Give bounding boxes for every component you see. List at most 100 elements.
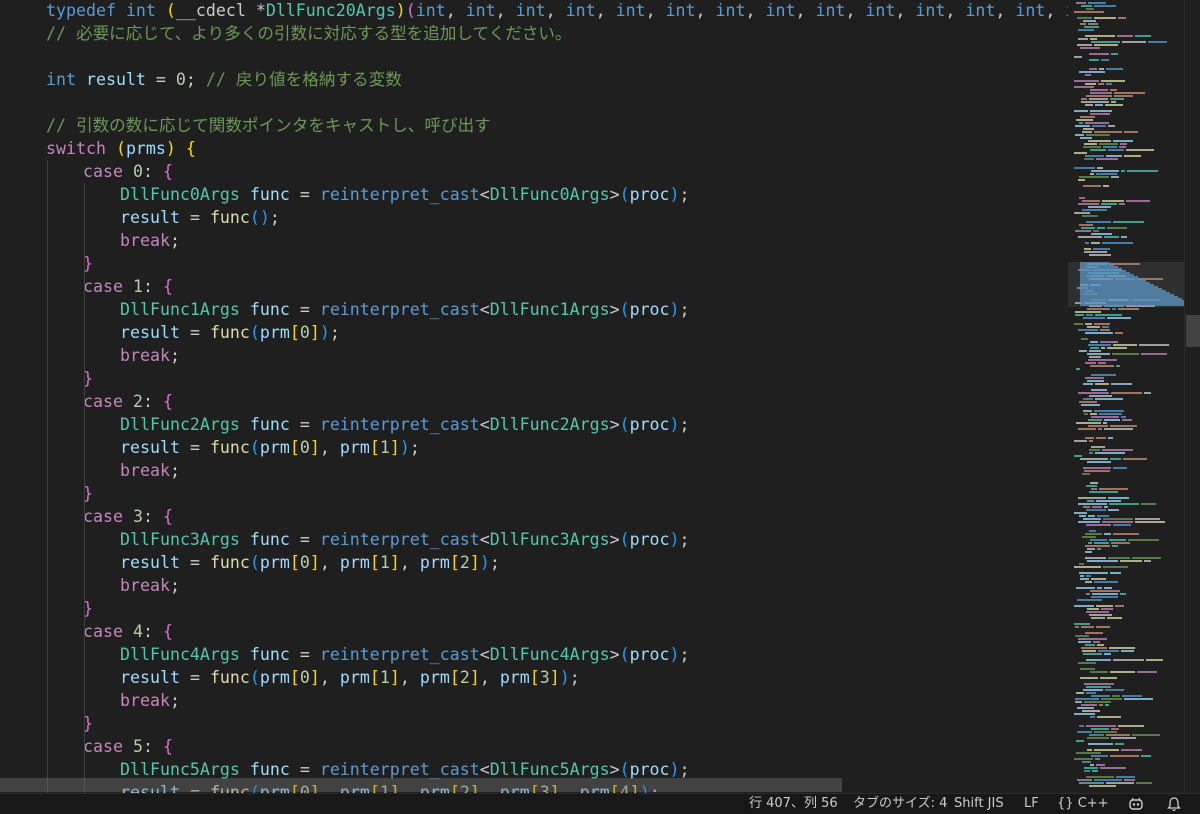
code-token: proc	[629, 185, 670, 204]
minimap-line	[1105, 104, 1123, 106]
code-token: ,	[645, 1, 666, 20]
code-token: ;	[569, 668, 580, 687]
minimap-viewport[interactable]	[1068, 262, 1184, 307]
minimap-line	[1087, 737, 1109, 739]
code-line: case 5: {	[83, 735, 173, 758]
minimap-line	[1090, 347, 1099, 349]
minimap-line	[1092, 125, 1106, 127]
code-token: ,	[319, 438, 340, 457]
minimap-line	[1109, 647, 1135, 649]
code-token: ,	[399, 668, 420, 687]
minimap-line	[1084, 683, 1114, 685]
minimap-line	[1081, 101, 1109, 103]
minimap-line	[1086, 134, 1110, 136]
minimap-line	[1113, 467, 1127, 469]
code-token: prm	[259, 323, 290, 342]
minimap-line	[1107, 347, 1127, 349]
minimap-line	[1111, 53, 1118, 55]
minimap-line	[1110, 671, 1135, 673]
minimap-line	[1102, 242, 1133, 244]
code-token: )	[669, 185, 680, 204]
minimap-line	[1086, 485, 1097, 487]
minimap-line	[1093, 248, 1110, 250]
minimap-line	[1086, 509, 1106, 511]
minimap-line	[1075, 314, 1084, 316]
minimap-line	[1104, 428, 1133, 430]
minimap-line	[1082, 473, 1090, 475]
minimap-line	[1084, 413, 1088, 415]
minimap-line	[1115, 605, 1124, 607]
language-label: C++	[1077, 796, 1109, 811]
code-token: >	[609, 645, 620, 664]
minimap-line	[1094, 323, 1110, 325]
minimap-line	[1105, 689, 1124, 691]
minimap-line	[1085, 122, 1109, 124]
code-token: proc	[629, 760, 670, 779]
minimap-line	[1078, 497, 1106, 499]
code-line: // 必要に応じて、より多くの引数に対応する型を追加してください。	[46, 22, 572, 45]
minimap-line	[1078, 29, 1094, 31]
vertical-scrollbar-thumb[interactable]	[1186, 315, 1200, 347]
minimap-line	[1141, 503, 1156, 505]
minimap-line	[1090, 113, 1110, 115]
code-token: result	[85, 70, 146, 89]
minimap-line	[1090, 590, 1120, 592]
code-token: proc	[629, 645, 670, 664]
code-editor[interactable]: typedef int (__cdecl *DllFunc20Args)(int…	[0, 0, 1068, 793]
code-token: {	[162, 277, 173, 296]
horizontal-scrollbar[interactable]	[0, 778, 842, 792]
code-token: :	[142, 277, 163, 296]
code-token: proc	[629, 300, 670, 319]
minimap-line	[1083, 128, 1094, 130]
minimap-line	[1080, 677, 1098, 679]
minimap-line	[1081, 227, 1095, 229]
encoding[interactable]: Shift JIS	[954, 794, 1004, 814]
minimap-line	[1126, 200, 1150, 202]
code-token: ]	[309, 668, 320, 687]
minimap-line	[1079, 572, 1108, 574]
code-token: int	[765, 1, 796, 20]
tab-size[interactable]: タブのサイズ: 4	[853, 794, 947, 814]
code-token: )	[669, 300, 680, 319]
minimap-line	[1094, 542, 1109, 544]
minimap-line	[1109, 503, 1139, 505]
minimap-line	[1090, 716, 1095, 718]
cursor-position[interactable]: 行 407、列 56	[749, 794, 838, 814]
minimap-line	[1087, 608, 1099, 610]
code-token: 3	[539, 668, 550, 687]
code-token: 1	[379, 553, 390, 572]
code-token: 0	[175, 70, 186, 89]
minimap-line	[1086, 725, 1116, 727]
code-line: typedef int (__cdecl *DllFunc20Args)(int…	[46, 0, 1068, 22]
code-token: result	[120, 323, 180, 342]
code-line: result = func(prm[0]);	[120, 321, 340, 344]
vertical-scrollbar[interactable]	[1184, 0, 1200, 793]
bell-icon[interactable]	[1166, 796, 1182, 812]
minimap-line	[1085, 35, 1115, 37]
minimap-line	[1107, 227, 1127, 229]
minimap-line	[1082, 131, 1092, 133]
minimap-line	[1092, 593, 1118, 595]
minimap-line	[1085, 437, 1094, 439]
minimap-line	[1081, 626, 1094, 628]
code-token: ;	[329, 323, 340, 342]
minimap-line	[1089, 98, 1108, 100]
minimap-line	[1090, 413, 1097, 415]
minimap[interactable]	[1068, 0, 1184, 793]
minimap-line	[1081, 704, 1097, 706]
language-mode[interactable]: {} C++	[1057, 794, 1109, 814]
code-token: {	[162, 737, 173, 756]
code-token: int	[615, 1, 646, 20]
minimap-line	[1121, 170, 1125, 172]
minimap-line	[1092, 770, 1098, 772]
copilot-icon[interactable]	[1128, 796, 1144, 812]
code-token: func	[249, 530, 290, 549]
minimap-line	[1118, 725, 1144, 727]
minimap-line	[1075, 701, 1082, 703]
code-token: prm	[339, 668, 370, 687]
code-token: 2	[459, 553, 470, 572]
code-token: (	[249, 438, 260, 457]
minimap-line	[1087, 380, 1104, 382]
code-token: func	[249, 415, 290, 434]
line-ending[interactable]: LF	[1024, 794, 1039, 814]
